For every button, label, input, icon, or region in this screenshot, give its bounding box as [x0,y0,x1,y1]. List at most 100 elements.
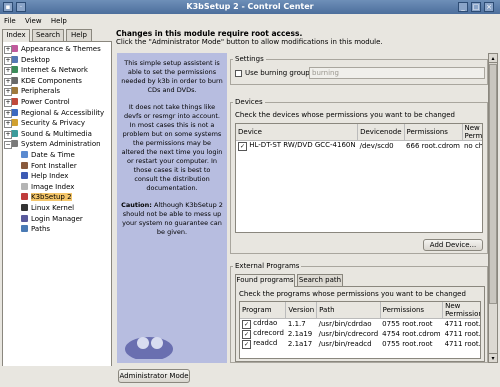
module-icon [11,108,18,116]
menu-file[interactable]: File [0,14,19,28]
menu-view[interactable]: View [21,14,45,28]
module-icon [21,151,28,158]
tree-item[interactable]: Desktop [11,55,50,65]
use-burning-group-label: Use burning group: [245,69,313,77]
tree-item[interactable]: K3bSetup 2 [21,192,72,202]
col-permissions[interactable]: Permissions [404,124,463,141]
devices-instruction: Check the devices whose permissions you … [235,111,455,119]
left-pane: Index Search Help Appearance & Themes + De… [2,29,112,384]
program-newperm: 4711 root.root [444,330,481,338]
tree-item[interactable]: Login Manager [21,214,83,224]
col-path[interactable]: Path [316,302,381,319]
expander-icon[interactable]: + [4,77,12,86]
menu-bar: File View Help [0,14,500,28]
expander-icon[interactable]: − [4,141,12,150]
tree-item[interactable]: System Administration [11,139,101,149]
vertical-scrollbar[interactable]: ▴ ▾ [488,53,498,363]
bottom-bar: Administrator Mode [0,366,500,387]
close-icon[interactable]: × [484,2,494,12]
table-row[interactable]: ✓ HL-DT-ST RW/DVD GCC-4160N /dev/scd0 66… [236,141,482,151]
col-device[interactable]: Device [236,124,359,141]
tree-item[interactable]: Power Control [11,97,70,107]
tree-item[interactable]: Regional & Accessibility [11,108,104,118]
scroll-down-icon[interactable]: ▾ [489,353,497,362]
tree-item[interactable]: Internet & Network [11,65,88,75]
tree-item[interactable]: Image Index [21,182,74,192]
program-perm: 0755 root.root [382,340,433,348]
tab-found-programs[interactable]: Found programs [235,274,295,287]
device-checkbox[interactable]: ✓ [238,142,247,151]
tree-item[interactable]: Font Installer [21,161,77,171]
tab-search-path[interactable]: Search path [297,274,343,286]
program-checkbox[interactable]: ✓ [242,340,251,349]
administrator-mode-button[interactable]: Administrator Mode [118,369,190,383]
settings-group: Settings Use burning group: burning [230,55,488,85]
tab-help[interactable]: Help [66,29,92,41]
col-prog-permissions[interactable]: Permissions [380,302,444,319]
menu-help[interactable]: Help [47,14,70,28]
expander-icon[interactable]: + [4,46,12,54]
expander-icon[interactable]: + [4,67,12,76]
table-row[interactable]: ✓ cdrdao 1.1.7 /usr/bin/cdrdao 0755 root… [240,319,480,329]
tab-search[interactable]: Search [32,29,64,41]
module-icon [11,87,18,95]
tree-item-label: Regional & Accessibility [21,108,105,117]
tree-item-label: System Administration [21,140,101,149]
tree-item[interactable]: Appearance & Themes [11,44,101,54]
module-icon [11,140,18,148]
add-device-button[interactable]: Add Device... [423,239,483,251]
external-programs-group: External Programs Found programs Search … [230,262,488,363]
expander-icon[interactable]: + [4,130,12,139]
tree-item-label: Desktop [21,55,50,64]
tree-item[interactable]: Linux Kernel [21,203,74,213]
module-icon [11,55,18,63]
tree-item[interactable]: Sound & Multimedia [11,129,92,139]
module-icon [21,204,28,211]
table-row[interactable]: ✓ cdrecord 2.1a19 /usr/bin/cdrecord 4754… [240,329,481,339]
table-row[interactable]: ✓ readcd 2.1a17 /usr/bin/readcd 0755 roo… [240,339,480,349]
info-paragraph-1: This simple setup assistent is able to s… [121,59,223,94]
expander-icon[interactable]: + [4,109,12,118]
burning-group-input[interactable]: burning [309,67,485,79]
col-program[interactable]: Program [240,302,287,319]
programs-table: Program Version Path Permissions New Per… [239,301,481,359]
expander-icon[interactable]: + [4,88,12,97]
vertical-scroll-thumb[interactable] [489,64,497,304]
tree-item[interactable]: Help Index [21,171,68,181]
module-icon [21,172,28,180]
module-icon [11,76,18,84]
header-title: Changes in this module require root acce… [116,29,303,38]
programs-instruction: Check the programs whose permissions you… [239,290,466,298]
app-menu-icon[interactable]: ▪ [3,2,13,12]
title-bar: K3bSetup 2 - Control Center [0,0,500,14]
minimize-icon[interactable]: _ [458,2,468,12]
col-prog-new-permissions[interactable]: New Permissions [442,302,480,319]
program-checkbox[interactable]: ✓ [242,320,251,329]
header-subtitle: Click the "Administrator Mode" button to… [116,38,383,46]
program-version: 2.1a17 [287,340,313,348]
devices-title: Devices [233,98,265,106]
tab-index[interactable]: Index [2,29,30,42]
tree-item[interactable]: Security & Privacy [11,118,85,128]
device-perm: 666 root.cdrom [406,142,460,150]
pin-icon[interactable]: · [16,2,26,12]
tree-item-label: K3bSetup 2 [31,193,72,202]
maximize-icon[interactable]: □ [471,2,481,12]
tree-item[interactable]: Peripherals [11,86,60,96]
tree-item[interactable]: Paths [21,224,50,234]
expander-icon[interactable]: + [4,120,12,129]
tree-item-label: Peripherals [21,87,61,96]
scroll-up-icon[interactable]: ▴ [489,54,497,63]
col-devicenode[interactable]: Devicenode [357,124,405,141]
module-header: Changes in this module require root acce… [116,29,498,51]
expander-icon[interactable]: + [4,99,12,107]
col-version[interactable]: Version [285,302,318,319]
expander-icon[interactable]: + [4,56,12,65]
module-tree: Appearance & Themes + Desktop + Internet & N… [2,41,112,371]
program-checkbox[interactable]: ✓ [242,330,251,339]
tree-item[interactable]: Date & Time [21,150,75,160]
use-burning-group-checkbox[interactable] [235,70,242,77]
module-icon [11,98,18,105]
tree-item[interactable]: KDE Components [11,76,82,86]
col-new-permissions[interactable]: New Permissions [462,124,482,141]
